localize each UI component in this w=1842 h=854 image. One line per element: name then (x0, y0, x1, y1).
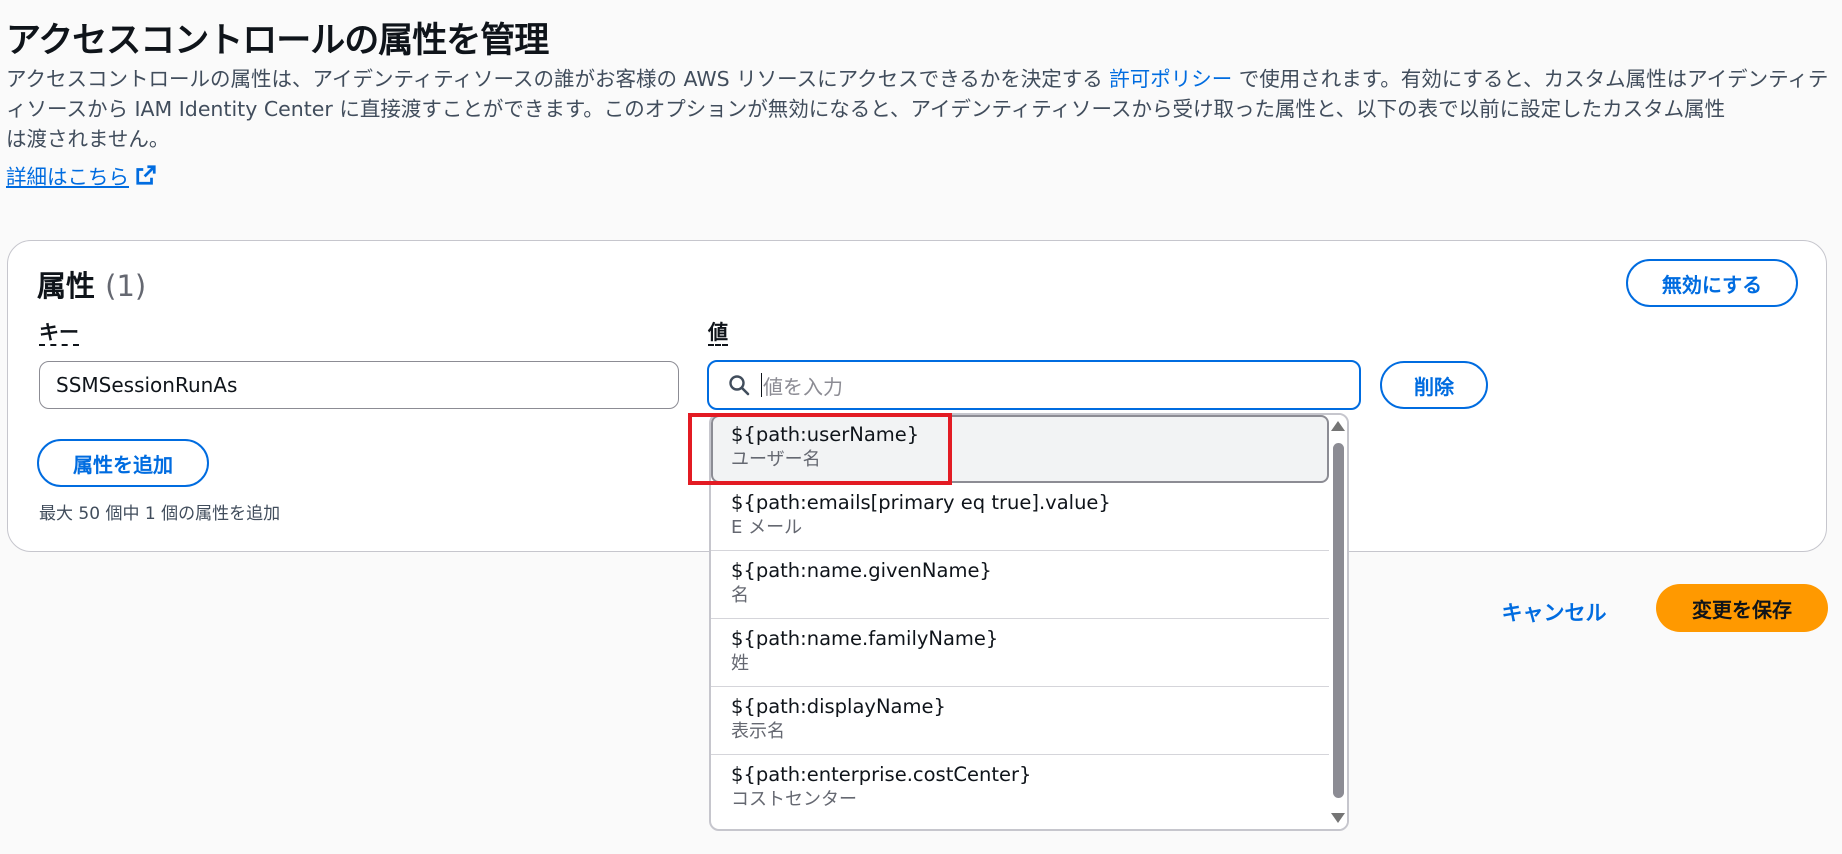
dropdown-option[interactable]: ${path:displayName} 表示名 (711, 687, 1329, 755)
dropdown-option[interactable]: ${path:emails[primary eq true].value} E … (711, 483, 1329, 551)
description-line1-suffix: で使用されます。有効にすると、カスタム属性はアイデン (1232, 67, 1769, 91)
scrollbar-thumb[interactable] (1333, 443, 1344, 798)
dropdown-option[interactable]: ${path:enterprise.costCenter} コストセンター (711, 755, 1329, 823)
dropdown-option[interactable]: ${path:userName} ユーザー名 (711, 415, 1329, 483)
value-label: 値 (708, 320, 728, 346)
option-value: ${path:name.givenName} (731, 559, 992, 582)
description-line1-prefix: アクセスコントロールの属性は、アイデンティティソースの誰がお客様の AWS リソ… (6, 67, 1110, 91)
attributes-count: (1) (105, 269, 147, 303)
option-description: E メール (731, 517, 803, 538)
value-suggestions-dropdown: ${path:userName} ユーザー名 ${path:emails[pri… (709, 413, 1349, 831)
page-description: アクセスコントロールの属性は、アイデンティティソースの誰がお客様の AWS リソ… (6, 64, 1836, 154)
option-description: コストセンター (731, 789, 857, 810)
search-icon (729, 375, 750, 396)
cancel-button[interactable]: キャンセル (1490, 588, 1618, 636)
option-value: ${path:userName} (731, 423, 920, 446)
option-value: ${path:name.familyName} (731, 627, 999, 650)
option-value: ${path:emails[primary eq true].value} (731, 491, 1111, 514)
learn-more-label: 詳細はこちら (6, 165, 129, 189)
scroll-down-arrow-icon[interactable] (1331, 813, 1345, 823)
disable-button[interactable]: 無効にする (1626, 259, 1798, 307)
attributes-heading: 属性 (1) (37, 263, 146, 305)
delete-button[interactable]: 削除 (1380, 361, 1488, 409)
description-line3: は渡されません。 (6, 127, 170, 151)
external-link-icon (136, 165, 156, 185)
value-input[interactable]: 値を入力 (707, 360, 1361, 410)
max-attributes-note: 最大 50 個中 1 個の属性を追加 (39, 504, 281, 524)
dropdown-option[interactable]: ${path:name.givenName} 名 (711, 551, 1329, 619)
attributes-title: 属性 (37, 269, 96, 303)
scroll-up-arrow-icon[interactable] (1331, 421, 1345, 431)
option-value: ${path:displayName} (731, 695, 946, 718)
text-caret (761, 373, 762, 397)
permission-policy-link[interactable]: 許可ポリシー (1109, 67, 1232, 91)
option-description: 表示名 (731, 721, 785, 742)
save-changes-button[interactable]: 変更を保存 (1656, 584, 1828, 632)
dropdown-option[interactable]: ${path:name.familyName} 姓 (711, 619, 1329, 687)
add-attribute-button[interactable]: 属性を追加 (37, 439, 209, 487)
page-title: アクセスコントロールの属性を管理 (6, 21, 549, 61)
key-label: キー (39, 320, 79, 346)
option-value: ${path:enterprise.costCenter} (731, 763, 1032, 786)
option-description: ユーザー名 (731, 449, 821, 470)
learn-more-link[interactable]: 詳細はこちら (6, 160, 157, 190)
key-input-value: SSMSessionRunAs (56, 373, 238, 397)
key-input[interactable]: SSMSessionRunAs (39, 361, 679, 409)
option-description: 名 (731, 585, 749, 606)
value-input-placeholder: 値を入力 (763, 374, 843, 399)
dropdown-scrollbar[interactable] (1331, 415, 1347, 829)
option-description: 姓 (731, 653, 749, 674)
